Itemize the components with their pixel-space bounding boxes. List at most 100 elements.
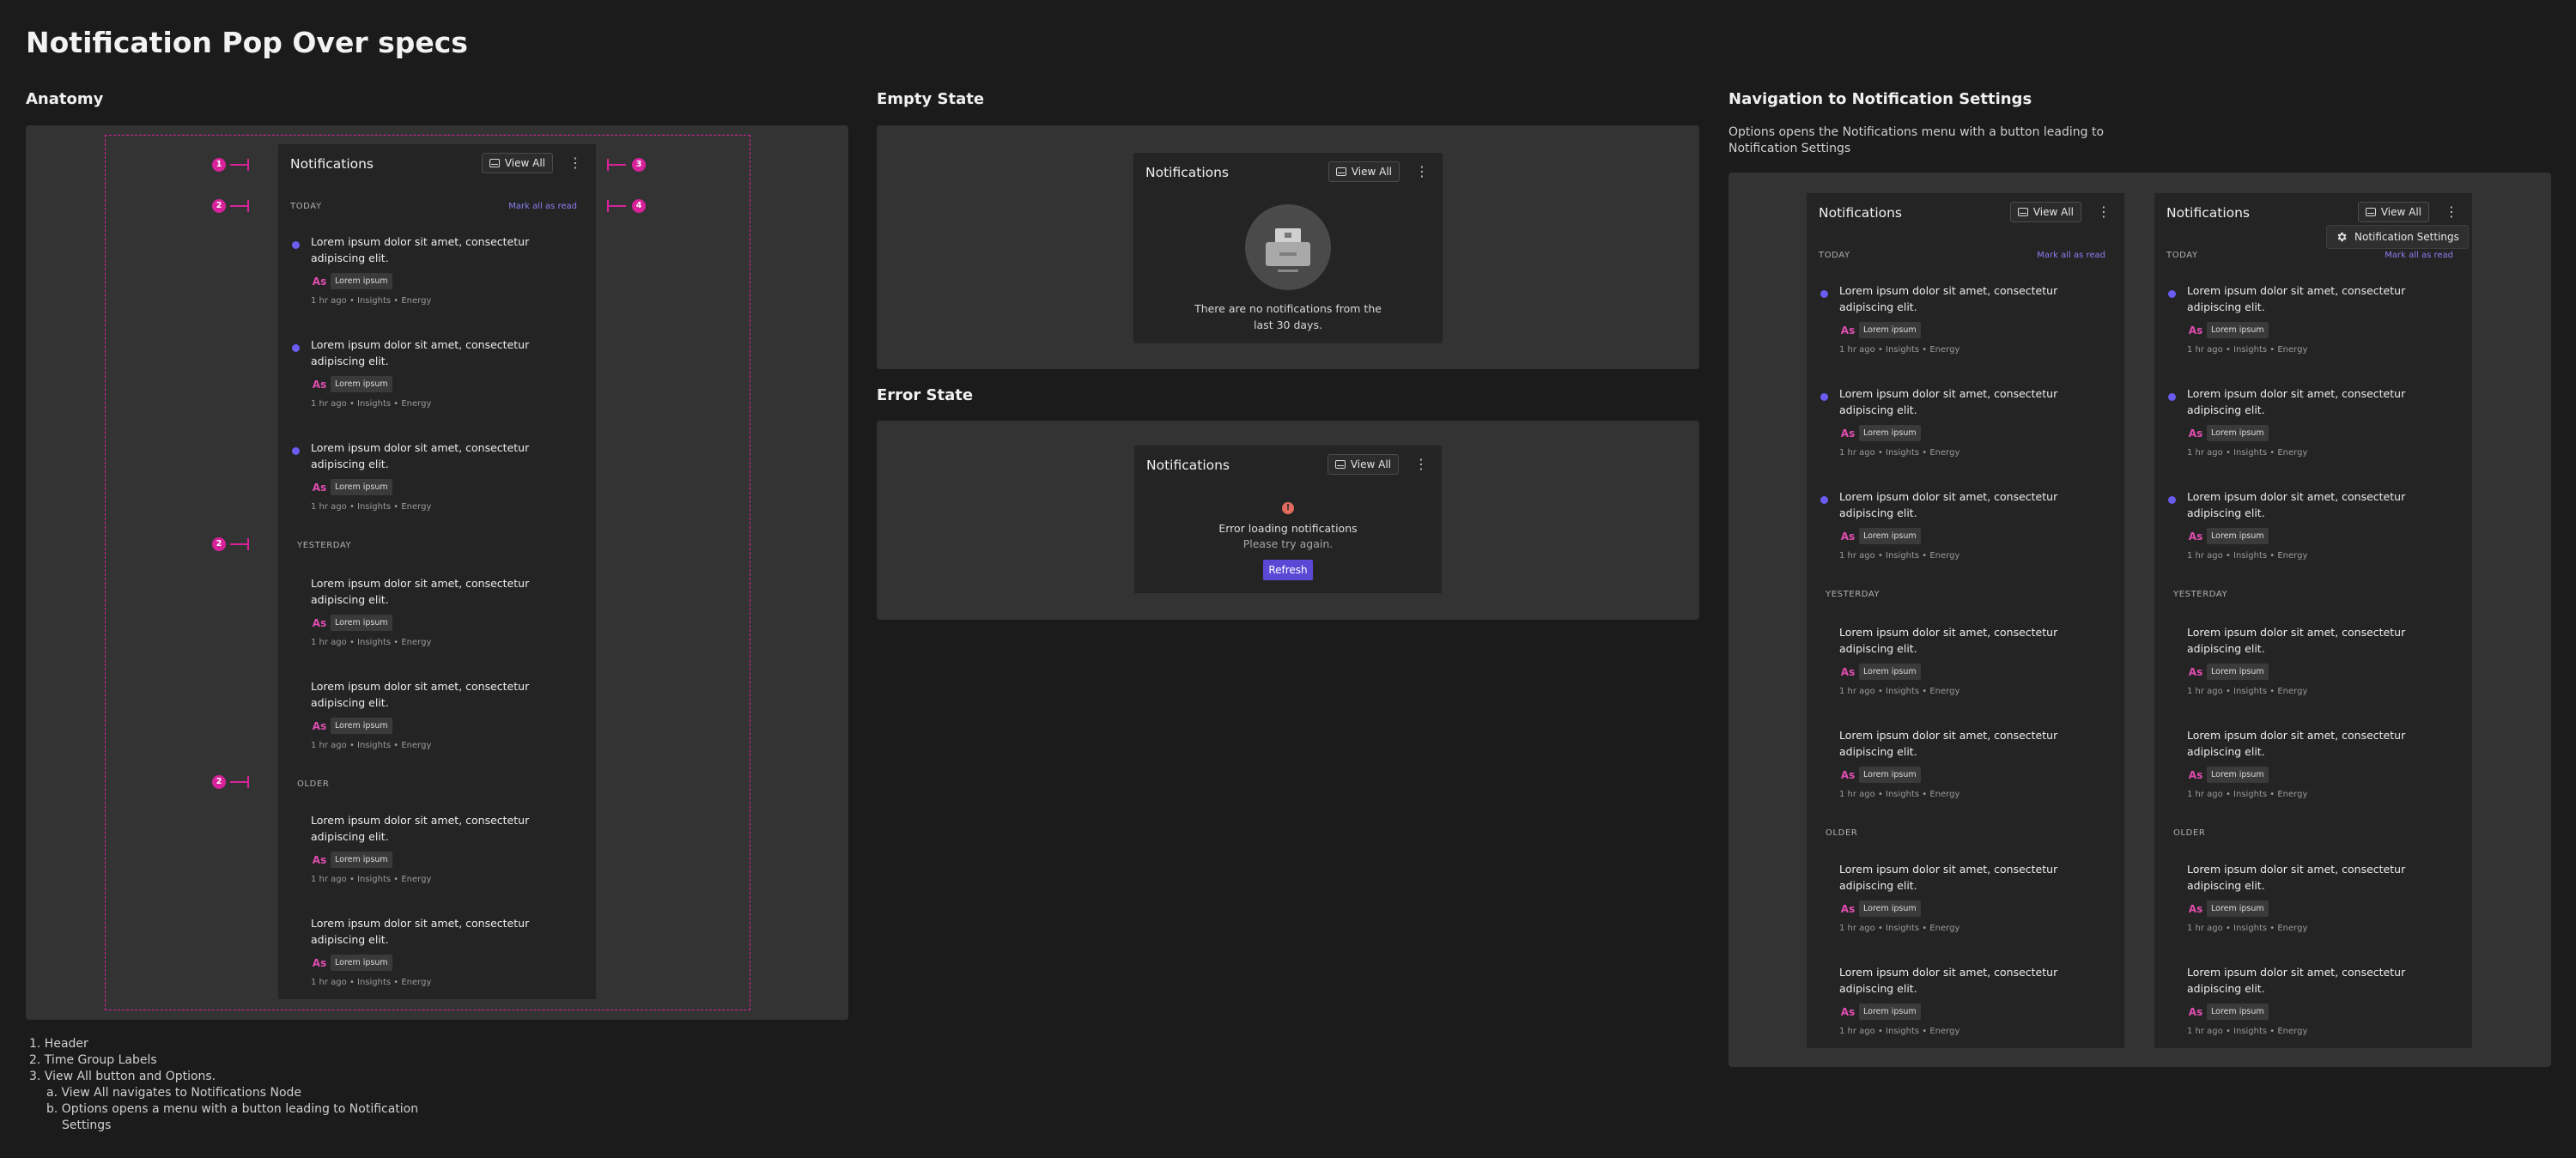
inbox-icon xyxy=(1335,167,1346,176)
unread-dot xyxy=(1820,496,1828,504)
avatar: As xyxy=(2188,1005,2203,1018)
annotation-tick xyxy=(230,200,249,212)
panel-title: Notifications xyxy=(1146,458,1230,473)
notification-settings-menu-item[interactable]: Notification Settings xyxy=(2326,225,2469,249)
list-item[interactable]: Lorem ipsum dolor sit amet, consectetur a… xyxy=(1807,385,2124,480)
mark-all-read-link[interactable]: Mark all as read xyxy=(508,202,577,211)
item-text: Lorem ipsum dolor sit amet, consectetur a… xyxy=(311,235,530,264)
options-icon[interactable]: ⋮ xyxy=(1414,456,1428,475)
item-meta: 1 hr ago • Insights • Energy xyxy=(2187,924,2308,933)
tag-chip: Lorem ipsum xyxy=(2207,425,2269,441)
list-item[interactable]: Lorem ipsum dolor sit amet, consectetur a… xyxy=(2154,861,2472,955)
list-item[interactable]: Lorem ipsum dolor sit amet, consectetur a… xyxy=(1807,488,2124,583)
mark-all-read-link[interactable]: Mark all as read xyxy=(2385,251,2453,260)
item-text: Lorem ipsum dolor sit amet, consectetur a… xyxy=(2187,966,2406,995)
view-all-button[interactable]: View All xyxy=(481,153,553,173)
list-item[interactable]: Lorem ipsum dolor sit amet, consectetur a… xyxy=(278,915,596,1009)
group-label-today: TODAY xyxy=(2166,251,2198,260)
tag-chip: Lorem ipsum xyxy=(1859,1003,1921,1020)
tag-chip: Lorem ipsum xyxy=(331,955,392,971)
list-item[interactable]: Lorem ipsum dolor sit amet, consectetur a… xyxy=(1807,861,2124,955)
avatar: As xyxy=(1840,768,1856,781)
item-meta: 1 hr ago • Insights • Energy xyxy=(2187,448,2308,458)
options-icon[interactable]: ⋮ xyxy=(1415,163,1429,182)
item-meta: 1 hr ago • Insights • Energy xyxy=(2187,551,2308,561)
avatar: As xyxy=(312,275,327,288)
view-all-button[interactable]: View All xyxy=(2009,202,2081,222)
note-3a: a. View All navigates to Notifications N… xyxy=(46,1086,302,1100)
list-item[interactable]: Lorem ipsum dolor sit amet, consectetur a… xyxy=(278,575,596,670)
list-item[interactable]: Lorem ipsum dolor sit amet, consectetur a… xyxy=(1807,727,2124,822)
list-item[interactable]: Lorem ipsum dolor sit amet, consectetur a… xyxy=(2154,624,2472,718)
item-meta: 1 hr ago • Insights • Energy xyxy=(311,741,432,750)
refresh-button[interactable]: Refresh xyxy=(1263,560,1313,580)
list-item[interactable]: Lorem ipsum dolor sit amet, consectetur a… xyxy=(2154,964,2472,1058)
list-item[interactable]: Lorem ipsum dolor sit amet, consectetur a… xyxy=(278,678,596,773)
tag-chip: Lorem ipsum xyxy=(331,479,392,495)
list-item[interactable]: Lorem ipsum dolor sit amet, consectetur a… xyxy=(2154,727,2472,822)
options-icon[interactable]: ⋮ xyxy=(2097,203,2111,222)
annotation-badge-1: 1 xyxy=(212,158,226,172)
item-text: Lorem ipsum dolor sit amet, consectetur a… xyxy=(2187,284,2406,313)
item-meta: 1 hr ago • Insights • Energy xyxy=(1839,687,1960,696)
annotation-tick xyxy=(607,200,626,212)
mark-all-read-link[interactable]: Mark all as read xyxy=(2037,251,2105,260)
note-3: 3. View All button and Options. xyxy=(29,1070,216,1083)
view-all-button[interactable]: View All xyxy=(1327,161,1400,182)
nav-notification-panel: Notifications View All ⋮ TODAY Mark all … xyxy=(1807,193,2124,1048)
tag-chip: Lorem ipsum xyxy=(1859,767,1921,783)
annotation-tick xyxy=(230,159,249,171)
annotation-badge-3: 3 xyxy=(632,158,646,172)
list-item[interactable]: Lorem ipsum dolor sit amet, consectetur a… xyxy=(278,233,596,328)
note-3b: b. Options opens a menu with a button le… xyxy=(46,1102,419,1116)
item-meta: 1 hr ago • Insights • Energy xyxy=(311,875,432,884)
tag-chip: Lorem ipsum xyxy=(1859,900,1921,917)
options-icon[interactable]: ⋮ xyxy=(568,155,582,173)
inbox-icon xyxy=(2017,208,2028,216)
panel-title: Notifications xyxy=(290,156,374,172)
inbox-icon xyxy=(489,159,500,167)
list-item[interactable]: Lorem ipsum dolor sit amet, consectetur a… xyxy=(2154,385,2472,480)
annotation-tick xyxy=(607,159,626,171)
anatomy-notes: 1. Header 2. Time Group Labels 3. View A… xyxy=(29,1036,418,1134)
avatar: As xyxy=(1840,324,1856,336)
item-meta: 1 hr ago • Insights • Energy xyxy=(1839,790,1960,799)
list-item[interactable]: Lorem ipsum dolor sit amet, consectetur a… xyxy=(1807,964,2124,1058)
avatar: As xyxy=(1840,665,1856,678)
item-text: Lorem ipsum dolor sit amet, consectetur a… xyxy=(311,577,530,606)
page-title: Notification Pop Over specs xyxy=(26,26,468,59)
avatar: As xyxy=(312,853,327,866)
group-label-today: TODAY xyxy=(1819,251,1850,260)
view-all-button[interactable]: View All xyxy=(2357,202,2429,222)
list-item[interactable]: Lorem ipsum dolor sit amet, consectetur a… xyxy=(278,812,596,906)
list-item[interactable]: Lorem ipsum dolor sit amet, consectetur a… xyxy=(1807,624,2124,718)
item-text: Lorem ipsum dolor sit amet, consectetur a… xyxy=(311,917,530,946)
view-all-label: View All xyxy=(2380,206,2421,218)
tag-chip: Lorem ipsum xyxy=(1859,425,1921,441)
empty-notification-panel: Notifications View All ⋮ There are no no… xyxy=(1133,153,1443,343)
list-item[interactable]: Lorem ipsum dolor sit amet, consectetur a… xyxy=(278,440,596,534)
options-icon[interactable]: ⋮ xyxy=(2445,203,2458,222)
annotation-badge-2: 2 xyxy=(212,199,226,213)
avatar: As xyxy=(1840,1005,1856,1018)
tag-chip: Lorem ipsum xyxy=(2207,767,2269,783)
item-meta: 1 hr ago • Insights • Energy xyxy=(311,296,432,306)
list-item[interactable]: Lorem ipsum dolor sit amet, consectetur a… xyxy=(2154,282,2472,377)
item-meta: 1 hr ago • Insights • Energy xyxy=(311,978,432,987)
view-all-button[interactable]: View All xyxy=(1327,454,1399,475)
group-label-older: OLDER xyxy=(1826,828,1858,838)
list-item[interactable]: Lorem ipsum dolor sit amet, consectetur a… xyxy=(278,336,596,431)
note-2: 2. Time Group Labels xyxy=(29,1053,157,1067)
item-text: Lorem ipsum dolor sit amet, consectetur a… xyxy=(2187,387,2406,416)
unread-dot xyxy=(292,241,300,249)
unread-dot xyxy=(2168,496,2176,504)
list-item[interactable]: Lorem ipsum dolor sit amet, consectetur a… xyxy=(1807,282,2124,377)
item-meta: 1 hr ago • Insights • Energy xyxy=(1839,924,1960,933)
item-meta: 1 hr ago • Insights • Energy xyxy=(311,638,432,647)
list-item[interactable]: Lorem ipsum dolor sit amet, consectetur a… xyxy=(2154,488,2472,583)
unread-dot xyxy=(1820,393,1828,401)
panel-header: Notifications View All ⋮ xyxy=(1133,153,1443,192)
annotation-tick xyxy=(230,776,249,788)
panel-header: Notifications View All ⋮ xyxy=(1134,446,1442,485)
tag-chip: Lorem ipsum xyxy=(2207,1003,2269,1020)
